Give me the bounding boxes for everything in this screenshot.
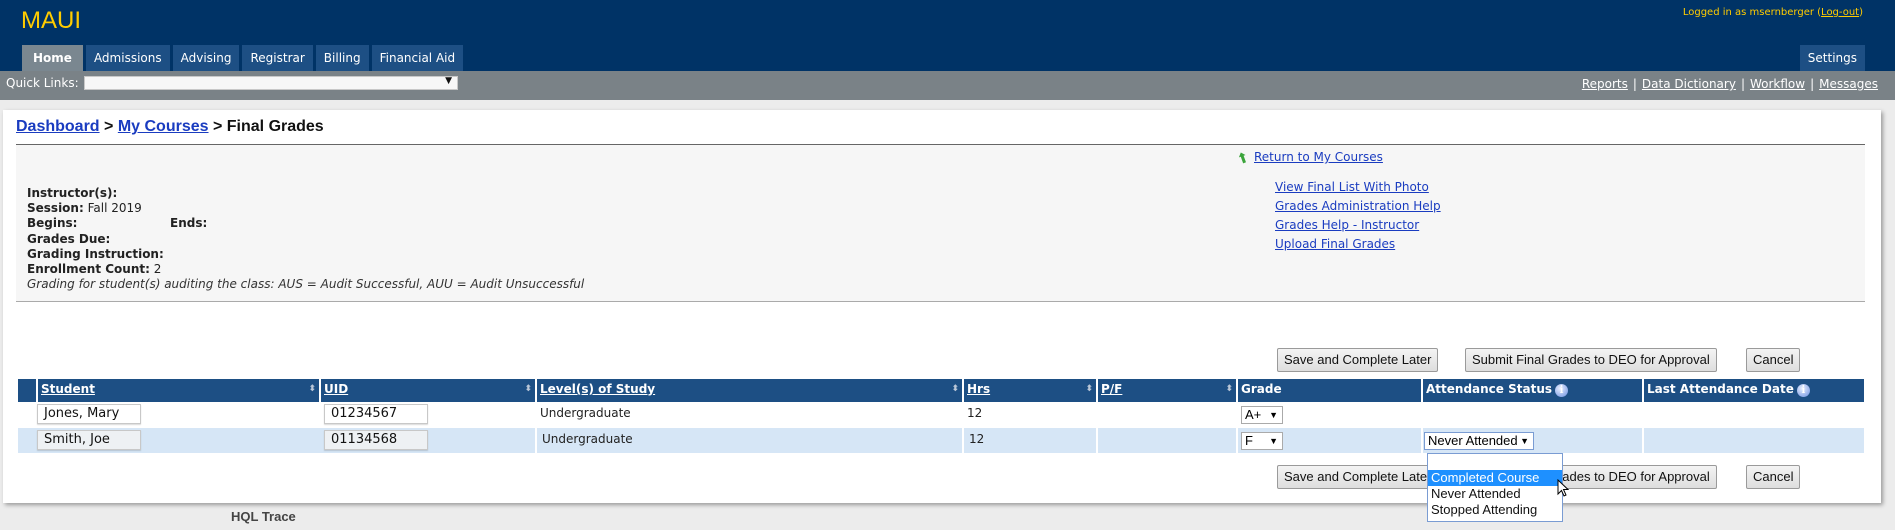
attendance-status-dropdown: Completed Course Never Attended Stopped … — [1427, 453, 1563, 522]
sort-icon[interactable]: ⬍ — [308, 379, 316, 400]
dropdown-option-stopped-attending[interactable]: Stopped Attending — [1428, 502, 1562, 518]
table-row: Smith, Joe 01134568 Undergraduate 12 F ▼ … — [18, 428, 1864, 453]
quick-links-label: Quick Links: — [6, 76, 79, 90]
top-header: MAUI Logged in as msernberger (Log-out) … — [0, 0, 1895, 71]
level-cell: Undergraduate — [535, 428, 962, 453]
nav-tab-billing[interactable]: Billing — [315, 45, 369, 71]
nav-tab-financial-aid[interactable]: Financial Aid — [371, 45, 464, 71]
settings-tab[interactable]: Settings — [1799, 45, 1865, 71]
col-pf[interactable]: P/F ⬍ — [1096, 379, 1236, 402]
col-attendance-status: Attendance Status i — [1421, 379, 1642, 402]
col-level[interactable]: Level(s) of Study ⬍ — [535, 379, 962, 402]
hql-trace-label[interactable]: HQL Trace — [231, 509, 296, 524]
course-info-box: Instructor(s): Session: Fall 2019 Begins… — [16, 144, 1865, 302]
return-arrow-icon — [1238, 151, 1246, 163]
save-complete-later-button-bottom[interactable]: Save and Complete Later — [1277, 465, 1439, 489]
breadcrumb: Dashboard > My Courses > Final Grades — [16, 118, 324, 135]
utility-links: Reports | Data Dictionary | Workflow | Message… — [1581, 77, 1878, 91]
col-uid[interactable]: UID ⬍ — [319, 379, 535, 402]
enrollment-count: 2 — [153, 262, 162, 277]
grade-select[interactable]: F ▼ — [1241, 432, 1283, 450]
chevron-down-icon: ▼ — [1269, 436, 1278, 446]
sort-icon[interactable]: ⬍ — [1085, 379, 1093, 400]
sort-icon[interactable]: ⬍ — [524, 379, 532, 400]
table-row: Jones, Mary 01234567 Undergraduate 12 A+… — [18, 402, 1864, 427]
chevron-down-icon: ▼ — [445, 76, 452, 86]
hrs-cell: 12 — [967, 406, 983, 420]
level-cell: Undergraduate — [540, 406, 631, 420]
student-name-field[interactable]: Smith, Joe — [37, 430, 141, 450]
audit-note: Grading for student(s) auditing the clas… — [27, 277, 585, 292]
data-dictionary-link[interactable]: Data Dictionary — [1642, 77, 1736, 91]
submit-final-grades-button-top[interactable]: Submit Final Grades to DEO for Approval — [1465, 348, 1717, 372]
page-title: Final Grades — [226, 118, 324, 135]
upload-final-grades-link[interactable]: Upload Final Grades — [1275, 237, 1395, 251]
nav-tab-advising[interactable]: Advising — [172, 45, 240, 71]
breadcrumb-dashboard[interactable]: Dashboard — [16, 118, 100, 135]
dropdown-option-completed-course[interactable]: Completed Course — [1428, 470, 1562, 486]
course-info: Instructor(s): Session: Fall 2019 Begins… — [27, 186, 585, 292]
dropdown-option-never-attended[interactable]: Never Attended — [1428, 486, 1562, 502]
info-icon[interactable]: i — [1555, 384, 1568, 397]
col-hrs[interactable]: Hrs ⬍ — [962, 379, 1096, 402]
app-logo: MAUI — [21, 7, 81, 34]
col-last-attendance-date: Last Attendance Date i — [1642, 379, 1864, 402]
main-panel: Dashboard > My Courses > Final Grades In… — [3, 110, 1881, 503]
view-final-list-photo-link[interactable]: View Final List With Photo — [1275, 180, 1429, 194]
main-nav: Home Admissions Advising Registrar Billi… — [22, 45, 464, 71]
sort-icon[interactable]: ⬍ — [951, 379, 959, 400]
nav-tab-registrar[interactable]: Registrar — [242, 45, 313, 71]
cancel-button-bottom[interactable]: Cancel — [1746, 465, 1801, 489]
login-status: Logged in as msernberger (Log-out) — [1682, 7, 1863, 18]
side-links: Return to My Courses View Final List Wit… — [1238, 150, 1441, 254]
attendance-status-select[interactable]: Never Attended ▼ — [1424, 432, 1534, 450]
pf-cell — [1096, 428, 1238, 453]
workflow-link[interactable]: Workflow — [1750, 77, 1805, 91]
cancel-button-top[interactable]: Cancel — [1746, 348, 1801, 372]
col-student[interactable]: Student ⬍ — [36, 379, 319, 402]
chevron-down-icon: ▼ — [1269, 410, 1278, 420]
last-attendance-date-cell — [1642, 428, 1866, 453]
messages-link[interactable]: Messages — [1819, 77, 1878, 91]
nav-tab-home[interactable]: Home — [22, 45, 83, 71]
grades-table-header: Student ⬍ UID ⬍ Level(s) of Study ⬍ Hrs ⬍ P/… — [18, 379, 1864, 402]
uid-field[interactable]: 01134568 — [324, 430, 428, 450]
chevron-down-icon: ▼ — [1520, 436, 1529, 446]
breadcrumb-my-courses[interactable]: My Courses — [118, 118, 209, 135]
dropdown-option-blank[interactable] — [1428, 454, 1562, 470]
mouse-cursor-icon — [1557, 479, 1569, 497]
info-icon[interactable]: i — [1796, 384, 1810, 397]
quick-links-select[interactable]: ▼ — [84, 76, 458, 90]
col-grade: Grade — [1236, 379, 1421, 402]
grades-admin-help-link[interactable]: Grades Administration Help — [1275, 199, 1441, 213]
reports-link[interactable]: Reports — [1582, 77, 1628, 91]
sort-icon[interactable]: ⬍ — [1225, 379, 1233, 400]
uid-field[interactable]: 01234567 — [324, 404, 428, 424]
student-name-field[interactable]: Jones, Mary — [37, 404, 141, 424]
grades-help-instructor-link[interactable]: Grades Help - Instructor — [1275, 218, 1419, 232]
hrs-cell: 12 — [962, 428, 1096, 453]
grade-select[interactable]: A+ ▼ — [1241, 406, 1283, 424]
return-to-my-courses-link[interactable]: Return to My Courses — [1254, 150, 1383, 164]
save-complete-later-button-top[interactable]: Save and Complete Later — [1277, 348, 1439, 372]
nav-tab-admissions[interactable]: Admissions — [85, 45, 170, 71]
session-value: Fall 2019 — [87, 201, 142, 216]
logout-link[interactable]: Log-out — [1821, 7, 1859, 18]
